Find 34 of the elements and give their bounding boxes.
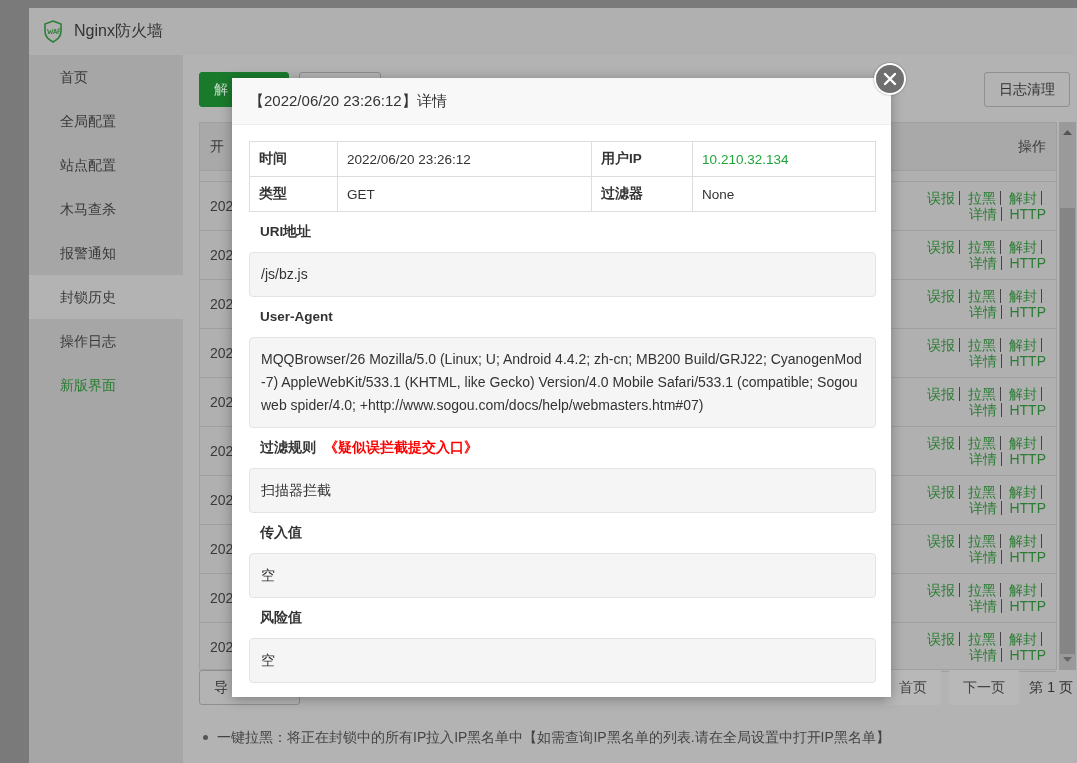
section-label: 传入值 — [260, 525, 302, 540]
table-cell: 202 — [210, 394, 234, 410]
column-header: 操作 — [1018, 137, 1046, 156]
table-cell: 202 — [210, 492, 234, 508]
field-label: 过滤器 — [591, 176, 693, 212]
table-cell: 202 — [210, 345, 234, 361]
field-value: None — [692, 176, 876, 212]
app-title: Nginx防火墙 — [74, 21, 163, 41]
table-cell: 202 — [210, 443, 234, 459]
table-cell: 202 — [210, 541, 234, 557]
field-label: 类型 — [249, 176, 338, 212]
section-label: URI地址 — [260, 224, 312, 239]
value-box: 空 — [249, 638, 876, 683]
field-value: GET — [337, 176, 592, 212]
table-cell: 202 — [210, 296, 234, 312]
table-cell: 202 — [210, 247, 234, 263]
section-label: User-Agent — [260, 309, 333, 324]
section-label: 过滤规则 — [260, 440, 316, 455]
field-value: 10.210.32.134 — [692, 141, 876, 177]
section-label: 风险值 — [260, 610, 302, 625]
dialog-title: 【2022/06/20 23:26:12】详情 — [232, 78, 891, 125]
field-value: 2022/06/20 23:26:12 — [337, 141, 592, 177]
value-box: MQQBrowser/26 Mozilla/5.0 (Linux; U; Android 4.4.2; zh-cn; MB200 Build/GRJ22; CyanogenMod-7) AppleWebKit/533.1 (KHTML, like Gecko) Version/4.0 Mobile Safari/533.1 (compatible; Sogou web spider/4.0; +http://www.sogou.com/docs/help/webmasters.htm#07) — [249, 337, 876, 428]
value-box: /js/bz.js — [249, 252, 876, 297]
table-cell: 202 — [210, 639, 234, 655]
page-indicator: 第 1 页 — [1028, 678, 1073, 697]
field-label: 时间 — [249, 141, 338, 177]
table-cell: 202 — [210, 590, 234, 606]
value-box: 空 — [249, 553, 876, 598]
value-box: 扫描器拦截 — [249, 468, 876, 513]
field-label: 用户IP — [591, 141, 693, 177]
help-note: 一键拉黑：将正在封锁中的所有IP拉入IP黑名单中【如需查询IP黑名单的列表.请在全局设置中打开IP黑名单】 — [217, 728, 890, 747]
column-header: 开 — [210, 137, 224, 156]
table-cell: 202 — [210, 198, 234, 214]
